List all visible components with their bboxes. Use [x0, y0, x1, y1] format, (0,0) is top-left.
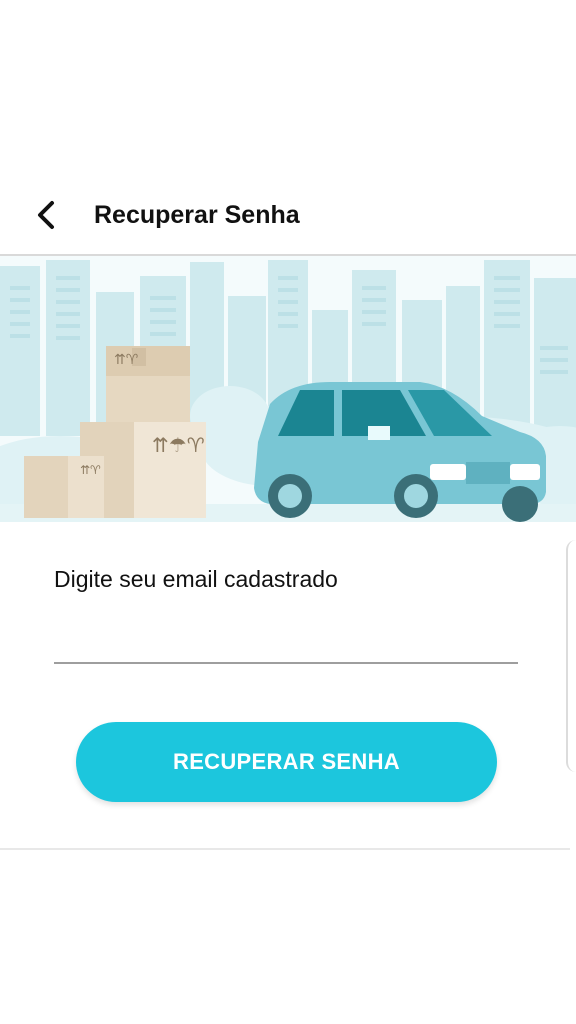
back-arrow-icon	[38, 201, 54, 229]
card-edge	[566, 540, 576, 772]
recover-form-card: Digite seu email cadastrado RECUPERAR SE…	[0, 522, 570, 850]
email-label: Digite seu email cadastrado	[54, 566, 338, 592]
app-bar: Recuperar Senha	[0, 176, 576, 256]
svg-text:⇈☂♈: ⇈☂♈	[152, 433, 205, 457]
back-button[interactable]	[24, 193, 68, 237]
svg-text:⇈♈: ⇈♈	[80, 463, 101, 477]
header-illustration: ⇈☂♈ ⇈♈ ⇈♈	[0, 256, 576, 522]
svg-text:⇈♈: ⇈♈	[114, 352, 139, 368]
recover-password-button[interactable]: RECUPERAR SENHA	[76, 722, 497, 802]
email-input[interactable]	[54, 618, 518, 664]
page-title: Recuperar Senha	[94, 200, 300, 229]
